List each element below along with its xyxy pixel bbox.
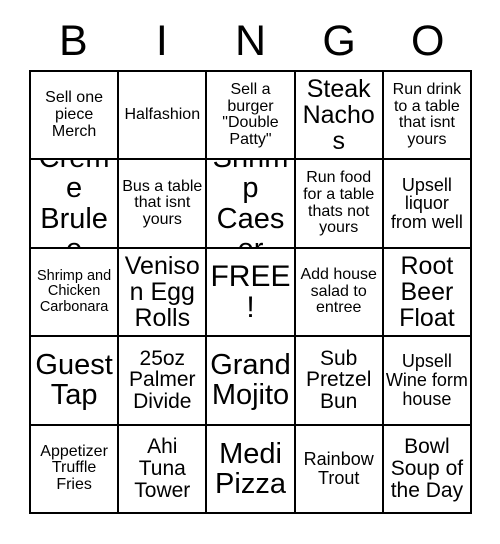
bingo-cell-b3[interactable]: Shrimp and Chicken Carbonara (31, 248, 120, 338)
bingo-cell-o2[interactable]: Upsell liquor from well (383, 160, 472, 249)
bingo-cell-text: Guest Tap (35, 349, 113, 412)
bingo-cell-i4[interactable]: 25oz Palmer Divide (119, 337, 208, 426)
bingo-cell-text: 25oz Palmer Divide (129, 346, 196, 414)
bingo-cell-text: Run food for a table thats not yours (303, 169, 375, 237)
bingo-cell-text: Shrimp Caeser (213, 160, 289, 249)
bingo-cell-text: Add house salad to entree (300, 266, 377, 317)
bingo-cell-text: Upsell liquor from well (390, 174, 463, 232)
bingo-cell-text: Creme Brulee (39, 160, 110, 249)
header-letter-b: B (58, 16, 88, 65)
bingo-cell-text: Sell one piece Merch (45, 89, 103, 140)
bingo-cell-i1[interactable]: Halfashion (119, 72, 208, 161)
header-letter-g: G (322, 16, 356, 65)
bingo-cell-text: Sell a burger "Double Patty" (222, 80, 279, 148)
header-letter-n: N (234, 16, 267, 65)
bingo-cell-text: Upsell Wine form house (385, 351, 468, 409)
bingo-cell-o4[interactable]: Upsell Wine form house (383, 337, 472, 426)
bingo-cell-text: Bowl Soup of the Day (390, 435, 464, 502)
bingo-header: B I N G O (29, 12, 472, 70)
bingo-cell-g1[interactable]: Steak Nachos (295, 72, 384, 161)
bingo-cell-n4[interactable]: Grand Mojito (207, 337, 296, 426)
bingo-cell-text: Run drink to a table that isnt yours (392, 80, 462, 148)
bingo-cell-n1[interactable]: Sell a burger "Double Patty" (207, 72, 296, 161)
bingo-cell-text: Medi Pizza (215, 437, 286, 500)
bingo-cell-text: Halfashion (124, 105, 201, 123)
bingo-cell-text: Rainbow Trout (303, 449, 374, 488)
bingo-cell-n5[interactable]: Medi Pizza (207, 425, 296, 514)
bingo-cell-text: Shrimp and Chicken Carbonara (37, 268, 112, 315)
bingo-cell-o3[interactable]: Root Beer Float (383, 248, 472, 338)
bingo-grid: Sell one piece Merch Halfashion Sell a b… (29, 70, 472, 514)
bingo-cell-g2[interactable]: Run food for a table thats not yours (295, 160, 384, 249)
bingo-cell-text: Sub Pretzel Bun (306, 346, 372, 414)
bingo-cell-text: Root Beer Float (399, 251, 455, 332)
bingo-cell-o5[interactable]: Bowl Soup of the Day (383, 425, 472, 514)
bingo-cell-b5[interactable]: Appetizer Truffle Fries (31, 425, 120, 514)
header-letter-i: I (155, 16, 168, 65)
bingo-cell-text: Grand Mojito (210, 349, 291, 412)
bingo-cell-i3[interactable]: Venison Egg Rolls (119, 248, 208, 338)
bingo-cell-free-space[interactable]: FREE! (207, 248, 296, 338)
bingo-cell-g3[interactable]: Add house salad to entree (295, 248, 384, 338)
bingo-cell-text: FREE! (210, 259, 291, 324)
bingo-cell-b1[interactable]: Sell one piece Merch (31, 72, 120, 161)
bingo-cell-text: Steak Nachos (302, 75, 375, 156)
bingo-cell-b4[interactable]: Guest Tap (31, 337, 120, 426)
bingo-cell-text: Bus a table that isnt yours (122, 177, 203, 228)
bingo-cell-o1[interactable]: Run drink to a table that isnt yours (383, 72, 472, 161)
bingo-cell-i2[interactable]: Bus a table that isnt yours (119, 160, 208, 249)
bingo-cell-g4[interactable]: Sub Pretzel Bun (295, 337, 384, 426)
bingo-cell-text: Appetizer Truffle Fries (40, 442, 108, 494)
bingo-cell-n2[interactable]: Shrimp Caeser (207, 160, 296, 249)
bingo-card: B I N G O Sell one piece Merch Halfashio… (0, 0, 500, 544)
bingo-cell-text: Venison Egg Rolls (124, 251, 200, 332)
bingo-cell-g5[interactable]: Rainbow Trout (295, 425, 384, 514)
header-letter-o: O (410, 16, 445, 65)
bingo-cell-b2[interactable]: Creme Brulee (31, 160, 120, 249)
bingo-cell-i5[interactable]: Ahi Tuna Tower (119, 425, 208, 514)
bingo-cell-text: Ahi Tuna Tower (134, 435, 191, 502)
